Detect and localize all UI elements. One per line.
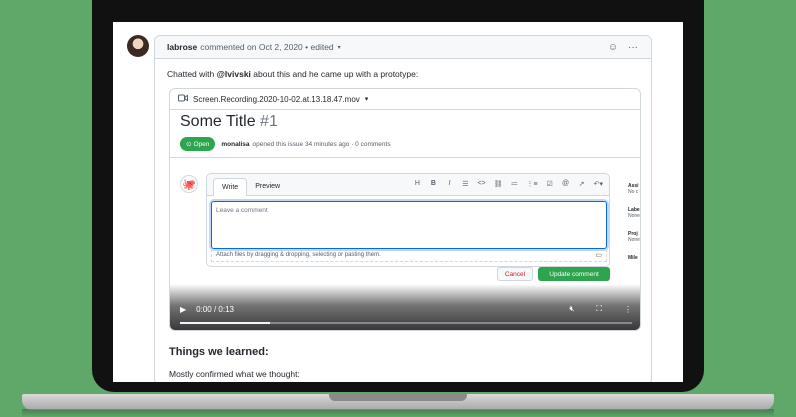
markdown-icon: ▭ xyxy=(595,252,602,259)
comment-body: Chatted with @lvivski about this and he … xyxy=(155,59,651,89)
video-attachment[interactable]: Screen.Recording.2020-10-02.at.13.18.47.… xyxy=(169,88,641,331)
mention-link[interactable]: @lvivski xyxy=(217,69,251,79)
comment-editor: Write Preview H B I ☰ <> ⛓ ≔ ⋮≡ ☑ @ ↗ ↶▾ xyxy=(206,173,610,267)
comment-text-prefix: Chatted with xyxy=(167,69,215,79)
status-badge-label: Open xyxy=(193,140,210,148)
issue-title: Some Title #1 xyxy=(180,113,278,131)
status-badge: ⊙ Open xyxy=(180,137,216,151)
issue-title-text: Some Title xyxy=(180,113,256,130)
comment-textarea: Leave a comment xyxy=(211,201,607,249)
chevron-down-icon[interactable]: ▾ xyxy=(365,95,369,103)
video-filename[interactable]: Screen.Recording.2020-10-02.at.13.18.47.… xyxy=(193,95,360,104)
avatar[interactable] xyxy=(127,35,149,57)
cross-reference-icon: ↗ xyxy=(578,181,585,188)
video-progress-bar[interactable] xyxy=(180,322,632,324)
video-time: 0:00 / 0:13 xyxy=(196,304,234,314)
bold-icon: B xyxy=(430,180,436,187)
play-icon[interactable]: ▶ xyxy=(180,305,186,314)
chevron-down-icon[interactable]: ▾ xyxy=(338,44,341,51)
issue-user: monalisa xyxy=(221,140,250,148)
comment-meta[interactable]: commented on Oct 2, 2020 xyxy=(200,42,303,52)
quote-icon: ☰ xyxy=(462,181,469,188)
bullet-list-icon: ≔ xyxy=(511,181,519,188)
laptop-notch xyxy=(329,394,467,401)
octocat-avatar: 🐙 xyxy=(180,175,198,193)
section-text: Mostly confirmed what we thought: xyxy=(169,369,300,379)
video-controls: ▶ 0:00 / 0:13 🔇︎ ⛶ ⋮ xyxy=(170,284,640,330)
task-list-icon: ☑ xyxy=(546,181,553,188)
comment-author[interactable]: labrose xyxy=(167,42,197,52)
video-camera-icon xyxy=(178,94,188,104)
divider xyxy=(170,157,640,158)
attach-text: Attach files by dragging & dropping, sel… xyxy=(216,252,381,258)
mute-icon[interactable]: 🔇︎ xyxy=(569,304,574,314)
tab-preview: Preview xyxy=(255,183,281,190)
cancel-button: Cancel xyxy=(497,267,533,281)
fullscreen-icon[interactable]: ⛶ xyxy=(596,304,602,314)
smiley-icon[interactable]: ☺ xyxy=(607,41,619,53)
reply-icon: ↶▾ xyxy=(593,181,603,188)
mention-icon: @ xyxy=(562,180,570,187)
video-progress-fill xyxy=(180,322,271,324)
issue-open-icon: ⊙ xyxy=(186,141,192,148)
comment-header: labrose commented on Oct 2, 2020 • edite… xyxy=(155,36,651,59)
issue-meta-text: opened this issue 34 minutes ago · 0 com… xyxy=(252,140,391,148)
italic-icon: I xyxy=(448,180,451,187)
section-heading: Things we learned: xyxy=(169,346,269,358)
laptop-screen: labrose commented on Oct 2, 2020 • edite… xyxy=(113,22,683,382)
heading-icon: H xyxy=(414,180,420,187)
sidebar-labels-value: None xyxy=(628,213,640,219)
update-comment-button: Update comment xyxy=(538,267,610,281)
link-icon: ⛓ xyxy=(493,181,503,188)
issue-sidebar: Assi No c Labe None Proj None Mile xyxy=(628,183,640,273)
video-title-bar[interactable]: Screen.Recording.2020-10-02.at.13.18.47.… xyxy=(170,89,640,110)
sidebar-milestone: Mile xyxy=(628,255,638,261)
numbered-list-icon: ⋮≡ xyxy=(526,181,538,188)
kebab-menu-icon[interactable]: ··· xyxy=(627,41,639,53)
comment-text-suffix: about this and he came up with a prototy… xyxy=(253,69,419,79)
laptop-shadow xyxy=(22,409,774,417)
markdown-toolbar: H B I ☰ <> ⛓ ≔ ⋮≡ ☑ @ ↗ ↶▾ xyxy=(413,180,603,188)
more-options-icon[interactable]: ⋮ xyxy=(624,305,632,314)
sidebar-projects-value: None xyxy=(628,237,640,243)
attach-files-hint: Attach files by dragging & dropping, sel… xyxy=(211,249,607,262)
sidebar-assignees-value: No c xyxy=(628,189,639,195)
issue-number: #1 xyxy=(260,113,278,130)
comment-edited[interactable]: • edited xyxy=(305,42,334,52)
tab-write: Write xyxy=(213,178,248,196)
code-icon: <> xyxy=(477,180,486,187)
comment-box: labrose commented on Oct 2, 2020 • edite… xyxy=(154,35,652,382)
issue-meta: ⊙ Open monalisa opened this issue 34 min… xyxy=(180,137,391,151)
